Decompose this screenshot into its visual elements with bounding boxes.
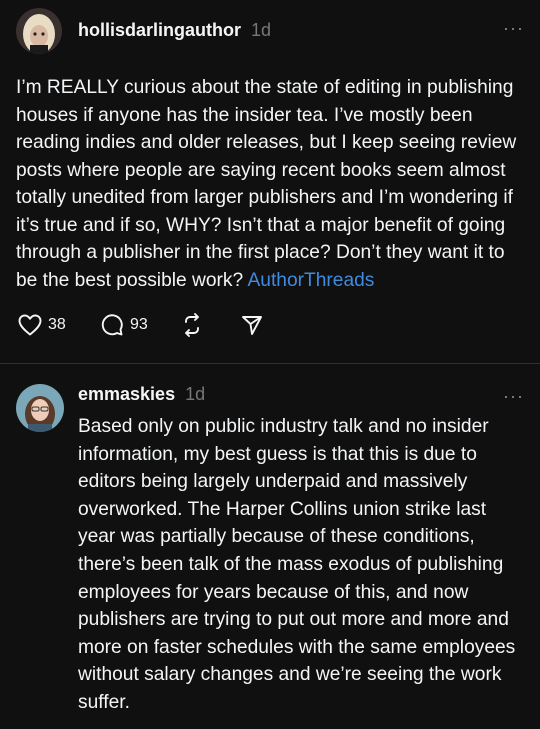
repost-icon (185, 313, 199, 337)
like-count: 38 (48, 316, 66, 333)
divider (0, 363, 540, 364)
username[interactable]: hollisdarlingauthor 1d (78, 20, 271, 41)
post-header: hollisdarlingauthor 1d ··· (16, 8, 524, 56)
post-actions: 38 93 (16, 310, 316, 340)
reply-timestamp: 1d (185, 384, 206, 404)
username-text[interactable]: hollisdarlingauthor (78, 20, 241, 40)
reply-avatar[interactable] (16, 384, 64, 432)
share-button[interactable] (241, 310, 263, 340)
like-button[interactable]: 38 (18, 310, 66, 340)
reply-more-options-icon[interactable]: ··· (503, 386, 524, 407)
comment-icon (101, 314, 123, 336)
reply-count: 93 (130, 316, 148, 333)
reply-username-text[interactable]: emmaskies (78, 384, 175, 404)
reply-body: Based only on public industry talk and n… (78, 416, 516, 713)
post-text: I’m REALLY curious about the state of ed… (16, 77, 517, 291)
more-options-icon[interactable]: ··· (503, 18, 524, 39)
reply-button[interactable]: 93 (100, 310, 148, 340)
timestamp: 1d (251, 20, 272, 40)
avatar[interactable] (16, 8, 62, 54)
heart-icon (18, 314, 42, 336)
repost-button[interactable] (180, 310, 204, 340)
reply-username[interactable]: emmaskies 1d (78, 384, 205, 405)
post-body: I’m REALLY curious about the state of ed… (16, 74, 526, 294)
send-icon (242, 316, 262, 335)
hashtag-link[interactable]: AuthorThreads (247, 270, 374, 291)
